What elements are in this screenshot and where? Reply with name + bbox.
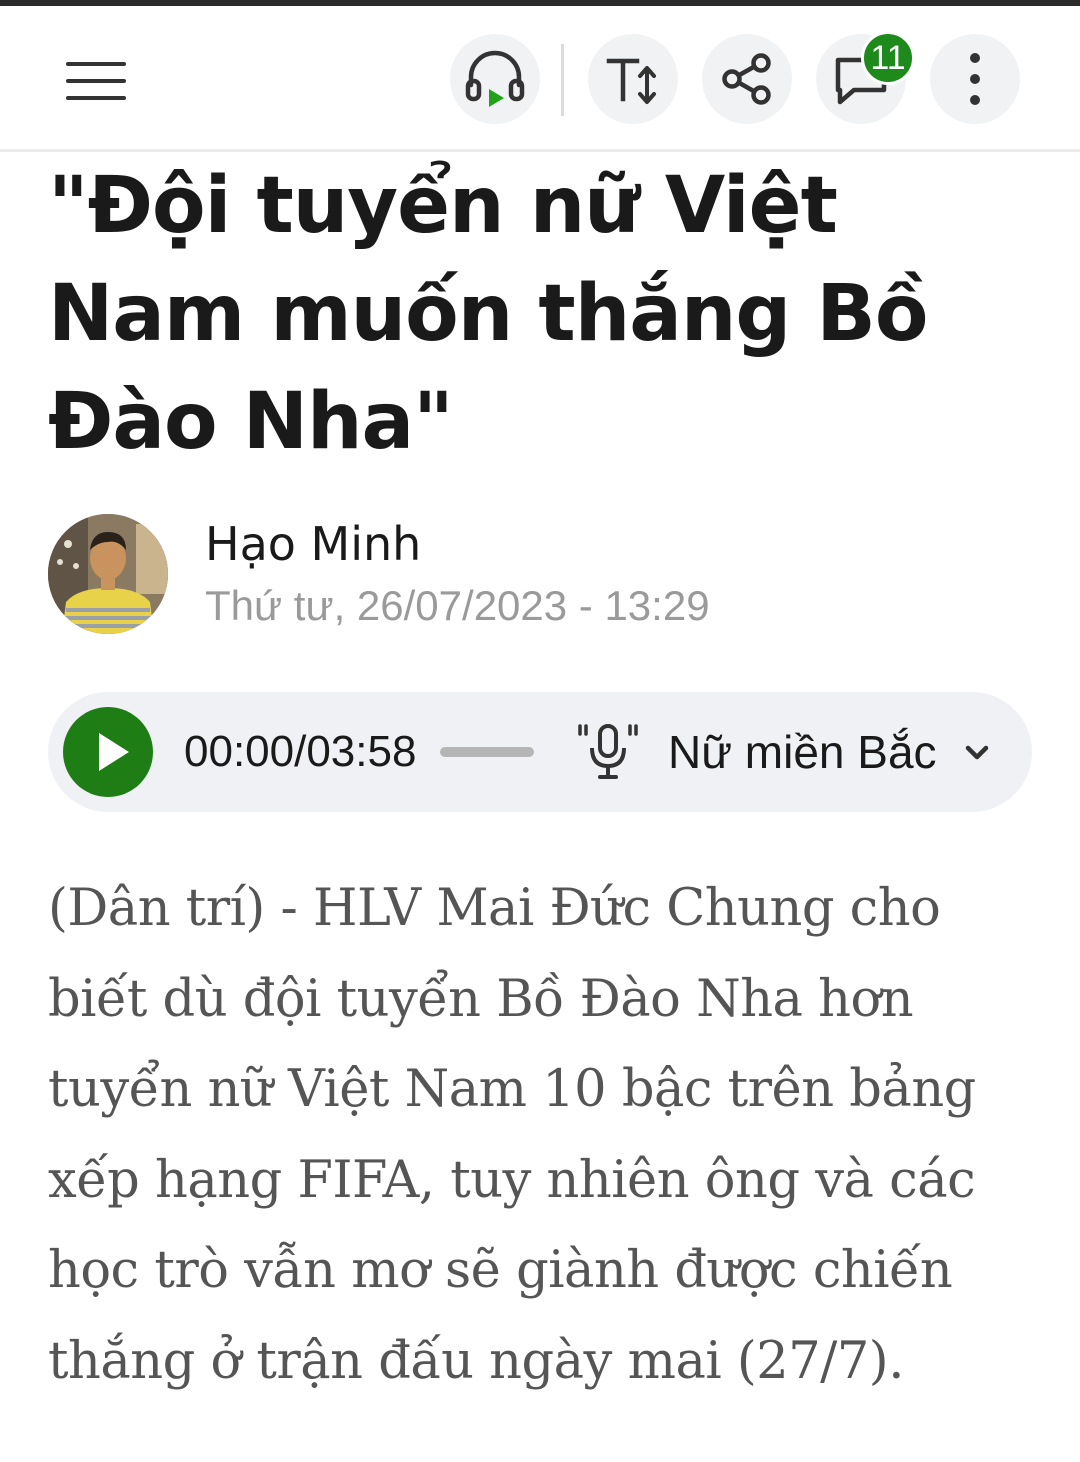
audio-player: 00:00/03:58 Nữ miền Bắc: [48, 692, 1032, 812]
more-options-button[interactable]: [930, 34, 1020, 124]
text-size-button[interactable]: [588, 34, 678, 124]
article-lead: (Dân trí) - HLV Mai Đức Chung cho biết d…: [48, 879, 976, 1391]
author-name[interactable]: Hạo Minh: [205, 514, 421, 574]
hamburger-menu-icon[interactable]: [56, 50, 136, 112]
play-button[interactable]: [63, 707, 153, 797]
audio-progress-bar[interactable]: [440, 747, 534, 757]
share-icon: [722, 53, 771, 105]
share-button[interactable]: [702, 34, 792, 124]
article-title: "Đội tuyển nữ Việt Nam muốn thắng Bồ Đào…: [48, 161, 928, 467]
text-size-icon: [606, 58, 656, 104]
microphone-icon: [578, 724, 638, 779]
voice-selector[interactable]: Nữ miền Bắc: [668, 726, 937, 778]
author-avatar[interactable]: [48, 514, 168, 634]
publish-date: Thứ tư, 26/07/2023 - 13:29: [205, 582, 710, 629]
audio-time: 00:00/03:58: [184, 727, 417, 776]
headphones-play-icon: [465, 50, 525, 107]
comment-count-badge: 11: [861, 31, 915, 85]
top-toolbar: 11: [0, 6, 1080, 152]
more-vertical-icon: [970, 53, 980, 105]
listen-button[interactable]: [450, 34, 540, 124]
toolbar-divider: [561, 44, 564, 116]
author-photo: [48, 514, 168, 634]
chevron-down-icon[interactable]: [963, 742, 991, 764]
